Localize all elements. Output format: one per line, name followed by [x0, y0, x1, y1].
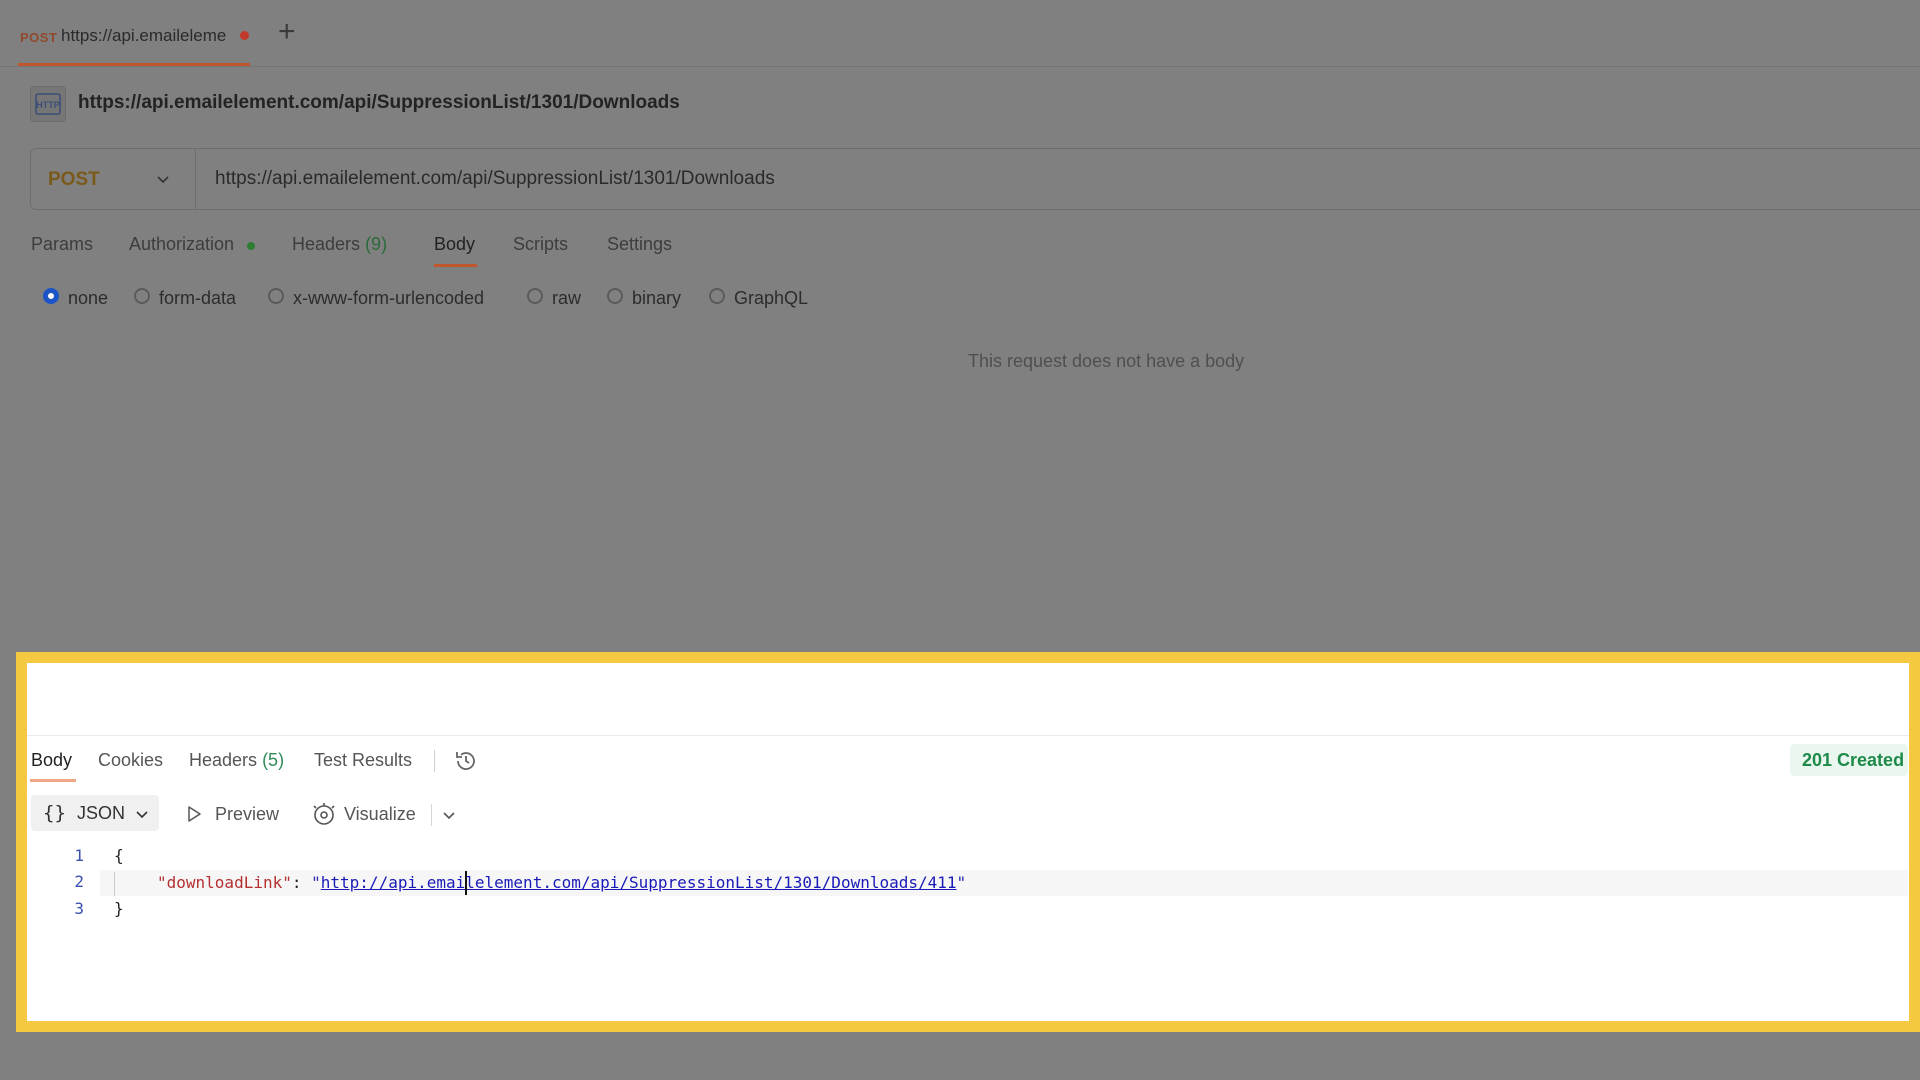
url-input[interactable]: https://api.emailelement.com/api/Suppres… — [215, 168, 775, 190]
tab-separator — [434, 750, 435, 772]
url-bar: POST https://api.emailelement.com/api/Su… — [30, 148, 1920, 210]
status-text: 201 Created — [1802, 750, 1905, 770]
preview-button[interactable]: Preview — [215, 804, 279, 825]
radio-binary[interactable] — [607, 288, 623, 304]
request-title[interactable]: https://api.emailelement.com/api/Suppres… — [78, 92, 680, 114]
radio-label-binary: binary — [632, 288, 682, 308]
response-tab-cookies[interactable]: Cookies — [98, 750, 163, 771]
response-tab-headers[interactable]: Headers (5) — [189, 750, 284, 771]
radio-label-urlencoded: x-www-form-urlencoded — [293, 288, 485, 308]
json-open-brace: { — [114, 846, 124, 865]
method-label: POST — [48, 169, 100, 190]
visualize-icon[interactable] — [312, 802, 336, 826]
radio-label-graphql: GraphQL — [734, 288, 809, 308]
chevron-down-icon[interactable] — [442, 808, 456, 822]
method-select[interactable]: POST — [31, 149, 196, 209]
line-number: 3 — [74, 899, 84, 918]
history-icon[interactable] — [453, 748, 479, 774]
tab-authorization[interactable]: Authorization — [129, 234, 234, 255]
visualize-separator — [431, 804, 432, 826]
response-active-tab-indicator — [30, 779, 76, 782]
radio-label-none: none — [68, 288, 109, 308]
tab-method-label: POST — [20, 30, 58, 45]
download-link[interactable]: http://api.emailelement.com/api/Suppress… — [321, 873, 957, 892]
json-quote: " — [311, 873, 321, 892]
tab-bar: POST https://api.emaileleme + — [0, 0, 1920, 67]
response-divider — [27, 735, 1909, 736]
response-tab-headers-label: Headers — [189, 750, 258, 770]
tab-body[interactable]: Body — [434, 234, 475, 255]
tab-settings[interactable]: Settings — [607, 234, 672, 255]
plus-icon[interactable]: + — [278, 17, 296, 47]
tab-url-label: https://api.emaileleme — [61, 26, 227, 45]
active-tab-indicator — [434, 264, 477, 267]
radio-none[interactable] — [43, 288, 59, 304]
chevron-down-icon — [136, 811, 148, 819]
visualize-button[interactable]: Visualize — [344, 804, 416, 825]
tab-params[interactable]: Params — [31, 234, 93, 255]
tab-headers-count: (9) — [365, 234, 388, 254]
tab-headers-label: Headers — [292, 234, 361, 254]
response-panel — [16, 652, 1920, 1032]
text-cursor — [465, 871, 467, 895]
play-icon[interactable] — [185, 805, 203, 823]
status-badge[interactable]: 201 Created — [1790, 744, 1908, 776]
json-close-brace: } — [114, 899, 124, 918]
unsaved-dot — [240, 31, 249, 40]
json-quote: " — [956, 873, 967, 892]
indent-guide — [114, 872, 115, 896]
tab-headers[interactable]: Headers (9) — [292, 234, 387, 255]
braces-icon: {} — [43, 802, 66, 824]
empty-body-message: This request does not have a body — [968, 351, 1245, 371]
http-request-icon: HTTP — [30, 86, 66, 122]
radio-urlencoded[interactable] — [268, 288, 284, 304]
format-label: JSON — [77, 803, 126, 823]
radio-label-form-data: form-data — [159, 288, 237, 308]
json-key: "downloadLink" — [157, 873, 292, 892]
format-select[interactable]: {} JSON — [31, 795, 159, 831]
auth-status-dot — [247, 242, 255, 250]
response-tab-headers-count: (5) — [262, 750, 285, 770]
response-tab-body[interactable]: Body — [31, 750, 72, 771]
line-number: 1 — [74, 846, 84, 865]
tab-scripts[interactable]: Scripts — [513, 234, 568, 255]
svg-text:HTTP: HTTP — [36, 100, 60, 110]
json-colon: : — [291, 873, 312, 892]
line-number: 2 — [74, 872, 84, 891]
response-tab-test-results[interactable]: Test Results — [314, 750, 412, 771]
radio-form-data[interactable] — [134, 288, 150, 304]
request-tab[interactable]: POST https://api.emaileleme — [18, 0, 250, 66]
chevron-down-icon — [157, 176, 169, 184]
radio-graphql[interactable] — [709, 288, 725, 304]
radio-label-raw: raw — [552, 288, 582, 308]
radio-raw[interactable] — [527, 288, 543, 304]
json-line: "downloadLink": "http://api.emailelement… — [157, 873, 966, 892]
